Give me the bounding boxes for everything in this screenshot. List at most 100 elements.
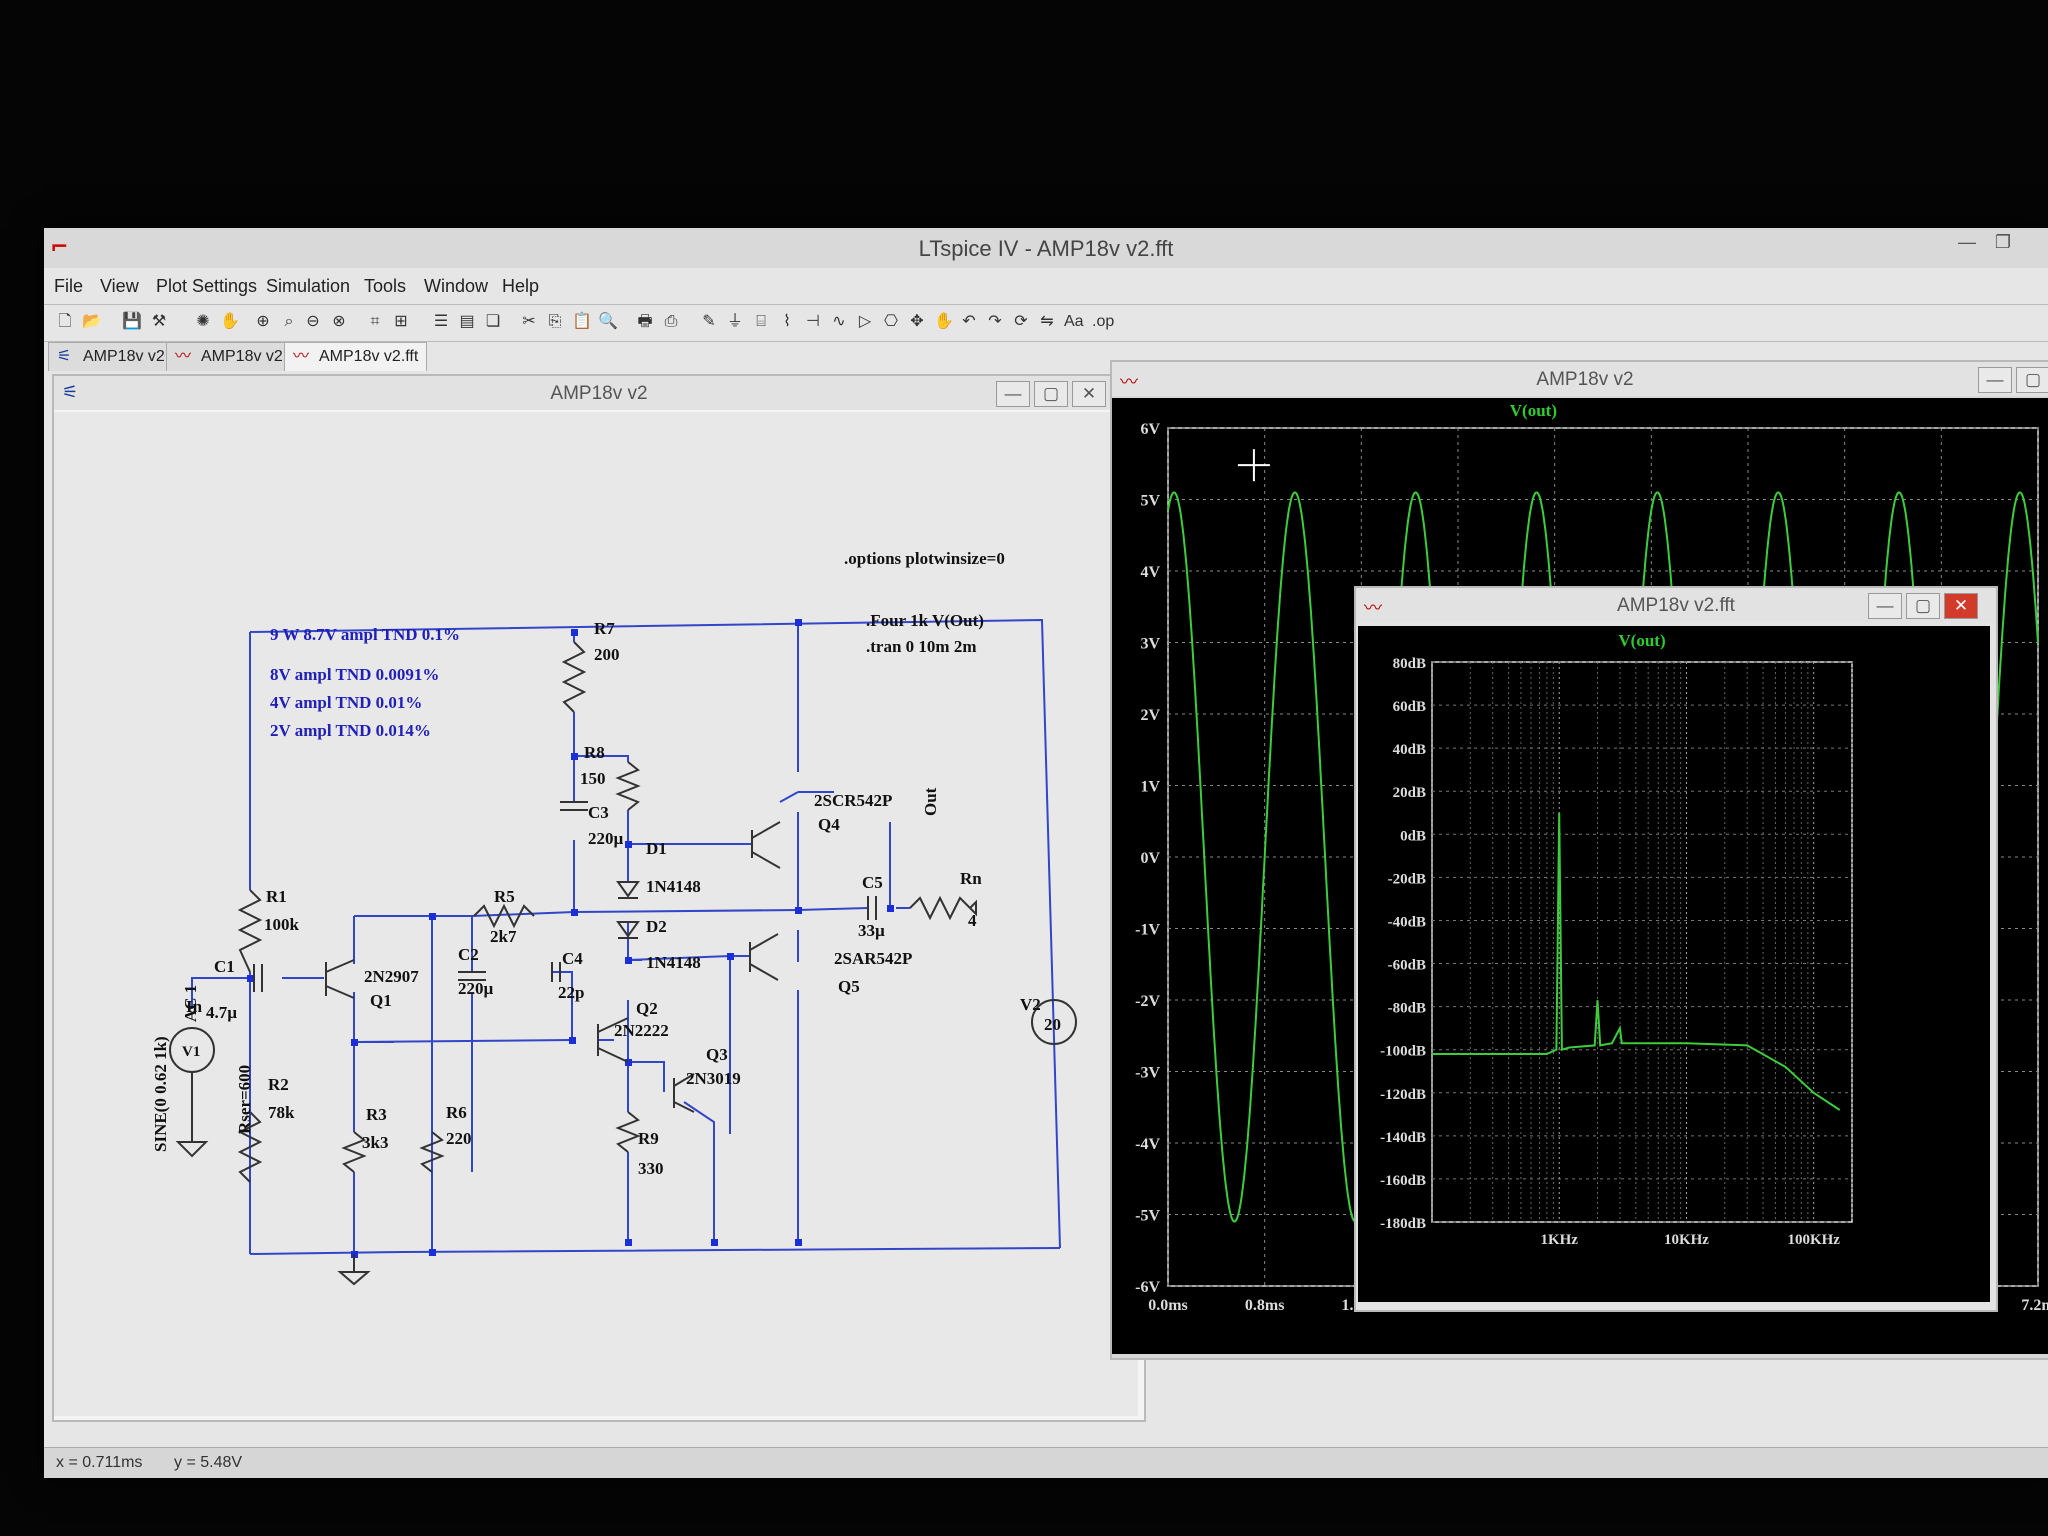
control-panel-icon[interactable]: ⚒	[150, 313, 168, 331]
rn-value[interactable]: 4	[968, 911, 977, 930]
q2-model[interactable]: 2N2222	[614, 1021, 669, 1040]
fft-plot[interactable]: V(out) 80dB 60dB 40dB 20dB 0dB -20dB -40dB -60d…	[1358, 626, 1990, 1302]
print-preview-icon[interactable]: ⎙	[662, 313, 680, 331]
q3-model[interactable]: 2N3019	[686, 1069, 741, 1088]
q1-model[interactable]: 2N2907	[364, 967, 419, 986]
ground-icon[interactable]: ⏚	[726, 313, 744, 331]
v1-sine[interactable]: SINE(0 0.62 1k)	[151, 1036, 170, 1152]
c4-value[interactable]: 22p	[558, 983, 584, 1002]
q4-model[interactable]: 2SCR542P	[814, 791, 892, 810]
v2-value[interactable]: 20	[1044, 1015, 1061, 1034]
trace-name[interactable]: V(out)	[1510, 401, 1557, 420]
r8-value[interactable]: 150	[580, 769, 606, 788]
autorange-icon[interactable]: ⌗	[366, 313, 384, 331]
r3-label[interactable]: R3	[366, 1105, 387, 1124]
directive-tran[interactable]: .tran 0 10m 2m	[866, 637, 976, 656]
r2-label[interactable]: R2	[268, 1075, 289, 1094]
d1-label[interactable]: D1	[646, 839, 667, 858]
menu-simulation[interactable]: Simulation	[266, 276, 350, 297]
zoom-area-icon[interactable]: ⌕	[280, 313, 298, 331]
v2-label[interactable]: V2	[1020, 995, 1041, 1014]
schematic-canvas[interactable]: .options plotwinsize=0 .Four 1k V(Out) .…	[54, 412, 1138, 1416]
save-icon[interactable]: 💾	[122, 313, 142, 331]
c2-value[interactable]: 220µ	[458, 979, 494, 998]
menu-file[interactable]: File	[54, 276, 83, 297]
c2-label[interactable]: C2	[458, 945, 479, 964]
comment-line[interactable]: 4V ampl TND 0.01%	[270, 693, 422, 712]
r7-label[interactable]: R7	[594, 619, 615, 638]
c1-value[interactable]: 4.7µ	[206, 1003, 237, 1022]
rotate-icon[interactable]: ⟳	[1012, 313, 1030, 331]
new-schematic-icon[interactable]: 🗋	[56, 313, 74, 331]
d2-label[interactable]: D2	[646, 917, 667, 936]
copy-icon[interactable]: ⎘	[546, 313, 564, 331]
comment-line[interactable]: 9 W 8.7V ampl TND 0.1%	[270, 625, 460, 644]
q2-label[interactable]: Q2	[636, 999, 658, 1018]
comment-line[interactable]: 2V ampl TND 0.014%	[270, 721, 431, 740]
tab-waveform[interactable]: 〰 AMP18v v2	[166, 342, 292, 371]
tile-vertical-icon[interactable]: ▤	[458, 313, 476, 331]
maximize-button[interactable]: ▢	[1906, 593, 1940, 619]
d2-value[interactable]: 1N4148	[646, 953, 701, 972]
maximize-button[interactable]: ▢	[2016, 367, 2048, 393]
r1-label[interactable]: R1	[266, 887, 287, 906]
c1-label[interactable]: C1	[214, 957, 235, 976]
c5-value[interactable]: 33µ	[858, 921, 885, 940]
v1-rser[interactable]: Rser=600	[235, 1065, 254, 1134]
redo-icon[interactable]: ↷	[986, 313, 1004, 331]
zoom-out-icon[interactable]: ⊖	[304, 313, 322, 331]
v1-label[interactable]: V1	[182, 1044, 200, 1060]
q4-label[interactable]: Q4	[818, 815, 840, 834]
cut-icon[interactable]: ✂	[520, 313, 538, 331]
c4-label[interactable]: C4	[562, 949, 583, 968]
mirror-icon[interactable]: ⇋	[1038, 313, 1056, 331]
close-button[interactable]: ✕	[1072, 381, 1106, 407]
r5-value[interactable]: 2k7	[490, 927, 517, 946]
cascade-icon[interactable]: ❏	[484, 313, 502, 331]
paste-icon[interactable]: 📋	[572, 313, 592, 331]
minimize-icon[interactable]: —	[1952, 232, 1982, 256]
maximize-icon[interactable]: ❐	[1988, 232, 2018, 256]
run-icon[interactable]: ✺	[194, 313, 212, 331]
diode-icon[interactable]: ▷	[856, 313, 874, 331]
d1-value[interactable]: 1N4148	[646, 877, 701, 896]
q5-model[interactable]: 2SAR542P	[834, 949, 912, 968]
rn-label[interactable]: Rn	[960, 869, 982, 888]
transient-title-bar[interactable]: 〰 AMP18v v2 — ▢	[1112, 362, 2048, 396]
drag-icon[interactable]: ✋	[934, 313, 954, 331]
zoom-fit-icon[interactable]: ⊗	[330, 313, 348, 331]
pan-icon[interactable]: ✋	[220, 313, 240, 331]
tab-fft[interactable]: 〰 AMP18v v2.fft	[284, 342, 428, 371]
r9-value[interactable]: 330	[638, 1159, 664, 1178]
schematic-title-bar[interactable]: ⚟ AMP18v v2 — ▢ ✕	[54, 376, 1144, 410]
r9-label[interactable]: R9	[638, 1129, 659, 1148]
close-button[interactable]: ✕	[1944, 593, 1978, 619]
inductor-icon[interactable]: ∿	[830, 313, 848, 331]
tile-horizontal-icon[interactable]: ☰	[432, 313, 450, 331]
zoom-in-icon[interactable]: ⊕	[254, 313, 272, 331]
net-label-out[interactable]: Out	[921, 787, 940, 816]
fft-title-bar[interactable]: 〰 AMP18v v2.fft — ▢ ✕	[1356, 588, 1996, 622]
trace-name[interactable]: V(out)	[1618, 631, 1665, 650]
menu-help[interactable]: Help	[502, 276, 539, 297]
r2-value[interactable]: 78k	[268, 1103, 295, 1122]
c3-label[interactable]: C3	[588, 803, 609, 822]
menu-view[interactable]: View	[100, 276, 139, 297]
r6-label[interactable]: R6	[446, 1103, 467, 1122]
text-icon[interactable]: Aa	[1064, 313, 1084, 331]
comment-line[interactable]: 8V ampl TND 0.0091%	[270, 665, 439, 684]
r1-value[interactable]: 100k	[264, 915, 300, 934]
capacitor-icon[interactable]: ⊣	[804, 313, 822, 331]
move-icon[interactable]: ✥	[908, 313, 926, 331]
net-label-in[interactable]: In	[186, 997, 203, 1016]
print-icon[interactable]: 🖶	[636, 313, 654, 331]
draw-wire-icon[interactable]: ✎	[700, 313, 718, 331]
r8-label[interactable]: R8	[584, 743, 605, 762]
label-net-icon[interactable]: ⌸	[752, 313, 770, 331]
r3-value[interactable]: 3k3	[362, 1133, 388, 1152]
menu-plot-settings[interactable]: Plot Settings	[156, 276, 257, 297]
r7-value[interactable]: 200	[594, 645, 620, 664]
c5-label[interactable]: C5	[862, 873, 883, 892]
maximize-button[interactable]: ▢	[1034, 381, 1068, 407]
minimize-button[interactable]: —	[1978, 367, 2012, 393]
